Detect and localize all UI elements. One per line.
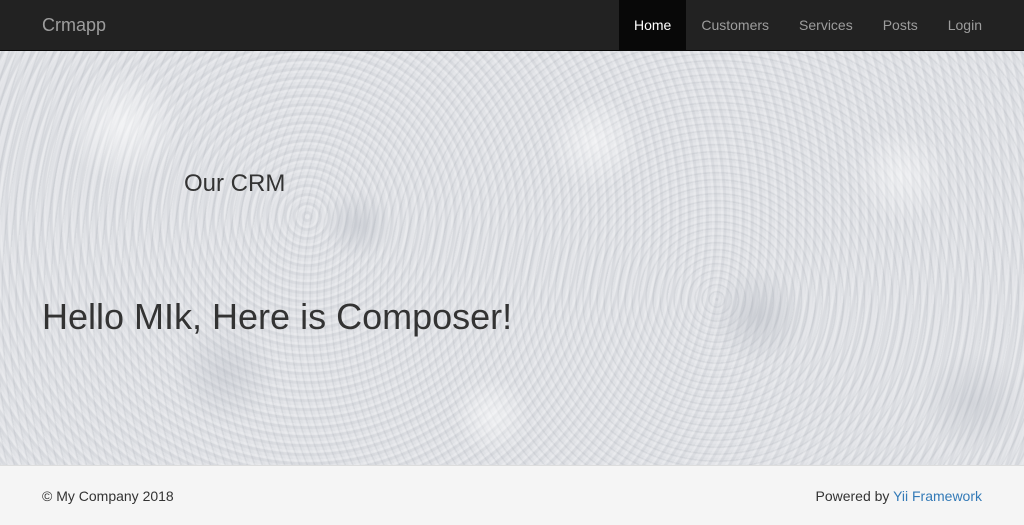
nav-item-login[interactable]: Login bbox=[933, 0, 997, 50]
nav-item-services[interactable]: Services bbox=[784, 0, 868, 50]
copyright-text: © My Company 2018 bbox=[42, 488, 174, 504]
top-navbar: Crmapp Home Customers Services Posts Log… bbox=[0, 0, 1024, 51]
powered-by-prefix: Powered by bbox=[815, 488, 894, 504]
nav-item-login-wrapper: Login bbox=[933, 0, 997, 50]
main-nav: Home Customers Services Posts Login bbox=[618, 0, 997, 50]
page-footer: © My Company 2018 Powered by Yii Framewo… bbox=[0, 465, 1024, 525]
nav-item-home-wrapper: Home bbox=[618, 0, 687, 50]
nav-item-posts[interactable]: Posts bbox=[868, 0, 933, 50]
nav-item-posts-wrapper: Posts bbox=[868, 0, 933, 50]
hero-section: Our CRM Hello MIk, Here is Composer! bbox=[0, 51, 1024, 465]
nav-item-customers[interactable]: Customers bbox=[686, 0, 784, 50]
yii-framework-link[interactable]: Yii Framework bbox=[893, 488, 982, 504]
nav-item-customers-wrapper: Customers bbox=[686, 0, 784, 50]
nav-item-home[interactable]: Home bbox=[618, 0, 687, 50]
nav-item-services-wrapper: Services bbox=[784, 0, 868, 50]
hero-title: Hello MIk, Here is Composer! bbox=[42, 296, 513, 337]
powered-by-text: Powered by Yii Framework bbox=[815, 488, 982, 504]
brand-link[interactable]: Crmapp bbox=[42, 15, 106, 35]
hero-subtitle: Our CRM bbox=[184, 170, 286, 197]
